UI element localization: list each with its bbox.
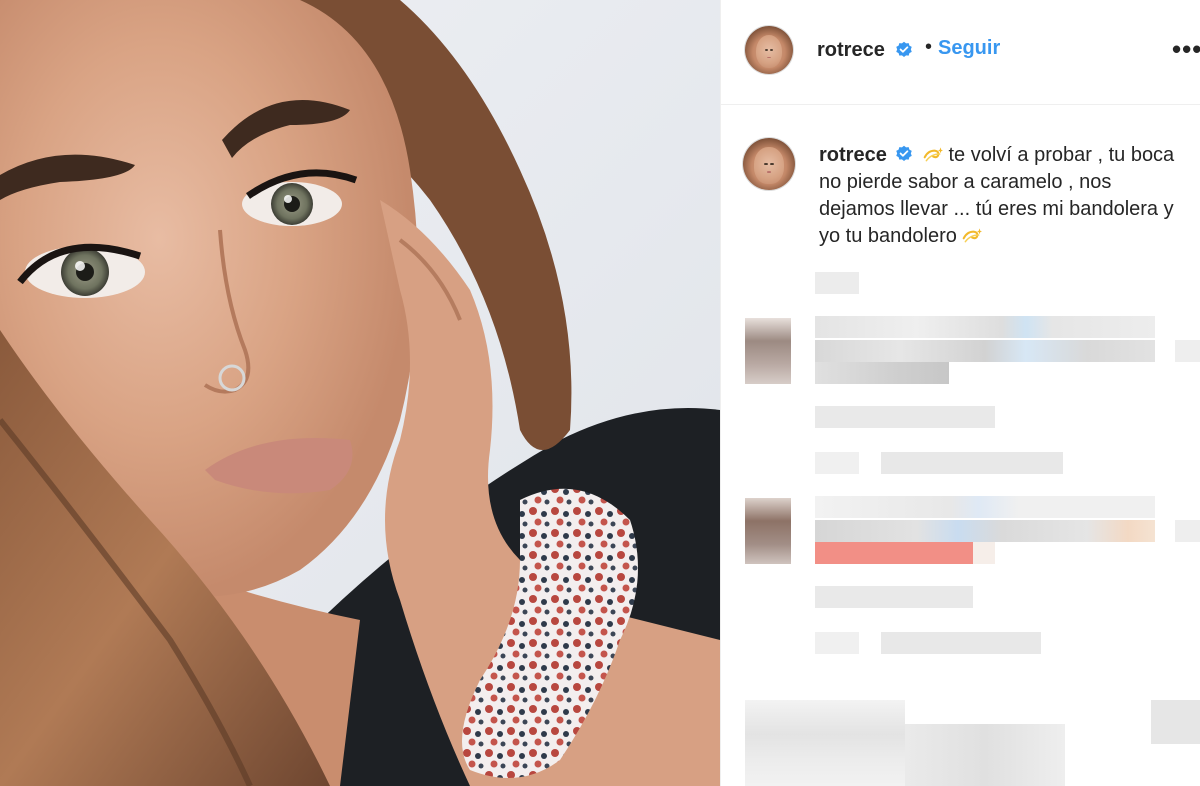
header-separator: • — [925, 36, 933, 58]
verified-badge-icon — [896, 145, 913, 162]
verified-badge-icon — [896, 41, 912, 58]
caption-text-line-3: dejamos llevar ... tú eres mi bandolera … — [819, 198, 1174, 220]
caption-username-link[interactable]: rotrece — [819, 144, 887, 166]
caption-text-line-2: no pierde sabor a caramelo , nos — [819, 171, 1112, 193]
caption-text-line-1: te volví a probar , tu boca — [948, 144, 1175, 166]
dizzy-sparkle-icon — [963, 228, 983, 243]
post-caption: rotrece te volví a probar , tu boca no p… — [819, 142, 1200, 250]
more-options-icon[interactable]: ••• — [1172, 34, 1200, 65]
caption-text-line-4: yo tu bandolero — [819, 225, 957, 247]
instagram-post-view: rotrece • Seguir ••• rotrece te volví a … — [0, 0, 1200, 786]
author-username-link[interactable]: rotrece — [817, 39, 885, 62]
author-avatar[interactable] — [745, 26, 793, 74]
post-header: rotrece • Seguir ••• — [721, 0, 1200, 105]
post-photo[interactable] — [0, 0, 720, 786]
commenter-avatar-blurred — [745, 318, 791, 384]
caption-author-avatar[interactable] — [743, 138, 795, 190]
commenter-avatar-blurred — [745, 498, 791, 564]
selfie-illustration — [0, 0, 720, 786]
post-side-panel: rotrece • Seguir ••• rotrece te volví a … — [721, 0, 1200, 786]
dizzy-sparkle-icon — [923, 147, 943, 162]
follow-button[interactable]: Seguir — [938, 37, 1000, 60]
